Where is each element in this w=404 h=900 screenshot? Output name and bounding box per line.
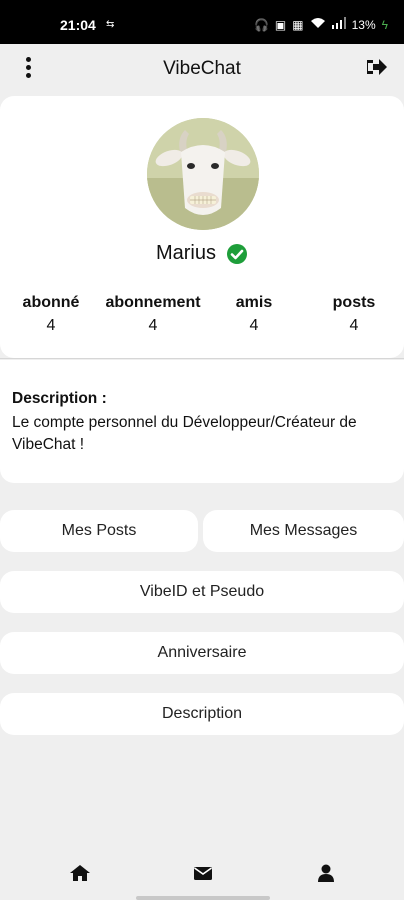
stat-label: amis — [235, 294, 273, 311]
data-transfer-icon: ⇆ — [106, 19, 115, 30]
vibrate-icon: ▣ — [274, 17, 287, 32]
signal-icon — [331, 17, 346, 32]
description-text: Le compte personnel du Développeur/Créat… — [12, 414, 357, 453]
user-row: Marius — [0, 242, 404, 265]
volte-icon: ▦ — [292, 17, 304, 32]
mail-icon[interactable] — [192, 863, 214, 883]
status-icons: 🎧 ▣ ▦ 13% ϟ — [254, 17, 388, 32]
app-title: VibeChat — [163, 58, 241, 79]
wifi-icon — [310, 17, 326, 32]
vibeid-button[interactable]: VibeID et Pseudo — [0, 571, 404, 613]
divider — [0, 358, 404, 359]
battery-level: 13% — [351, 17, 376, 32]
user-name: Marius — [155, 242, 216, 264]
stat-label: posts — [332, 294, 376, 311]
my-posts-button[interactable]: Mes Posts — [0, 510, 198, 552]
my-messages-button[interactable]: Mes Messages — [203, 510, 404, 552]
app-bar: VibeChat — [0, 44, 404, 92]
gesture-bar[interactable] — [136, 896, 270, 900]
stat-followers[interactable]: abonné 4 — [20, 294, 82, 335]
stat-posts[interactable]: posts 4 — [328, 294, 380, 335]
avatar[interactable] — [147, 118, 259, 230]
stat-value: 4 — [349, 317, 359, 334]
profile-card: Marius abonné 4 abonnement 4 amis 4 post… — [0, 96, 404, 358]
description-button[interactable]: Description — [0, 693, 404, 735]
headset-icon: 🎧 — [253, 17, 269, 32]
stat-label: abonné — [22, 294, 80, 311]
charging-icon: ϟ — [381, 17, 388, 32]
stat-value: 4 — [46, 317, 56, 334]
stat-value: 4 — [249, 317, 259, 334]
person-icon[interactable] — [315, 863, 337, 883]
logout-icon[interactable] — [364, 56, 388, 78]
goat-avatar-image — [147, 118, 259, 230]
stat-friends[interactable]: amis 4 — [228, 294, 280, 335]
stat-following[interactable]: abonnement 4 — [101, 294, 205, 335]
stat-value: 4 — [148, 317, 158, 334]
stat-label: abonnement — [105, 294, 201, 311]
status-time: 21:04 — [60, 17, 96, 33]
stats-row: abonné 4 abonnement 4 amis 4 posts 4 — [0, 294, 404, 342]
home-icon[interactable] — [69, 863, 91, 883]
description-card: Description : Le compte personnel du Dév… — [0, 360, 404, 483]
bottom-nav — [0, 855, 404, 895]
description-title: Description : — [12, 390, 107, 407]
birthday-button[interactable]: Anniversaire — [0, 632, 404, 674]
verified-check-icon — [227, 243, 247, 264]
status-bar: 21:04 ⇆ 🎧 ▣ ▦ 13% ϟ — [0, 0, 404, 44]
